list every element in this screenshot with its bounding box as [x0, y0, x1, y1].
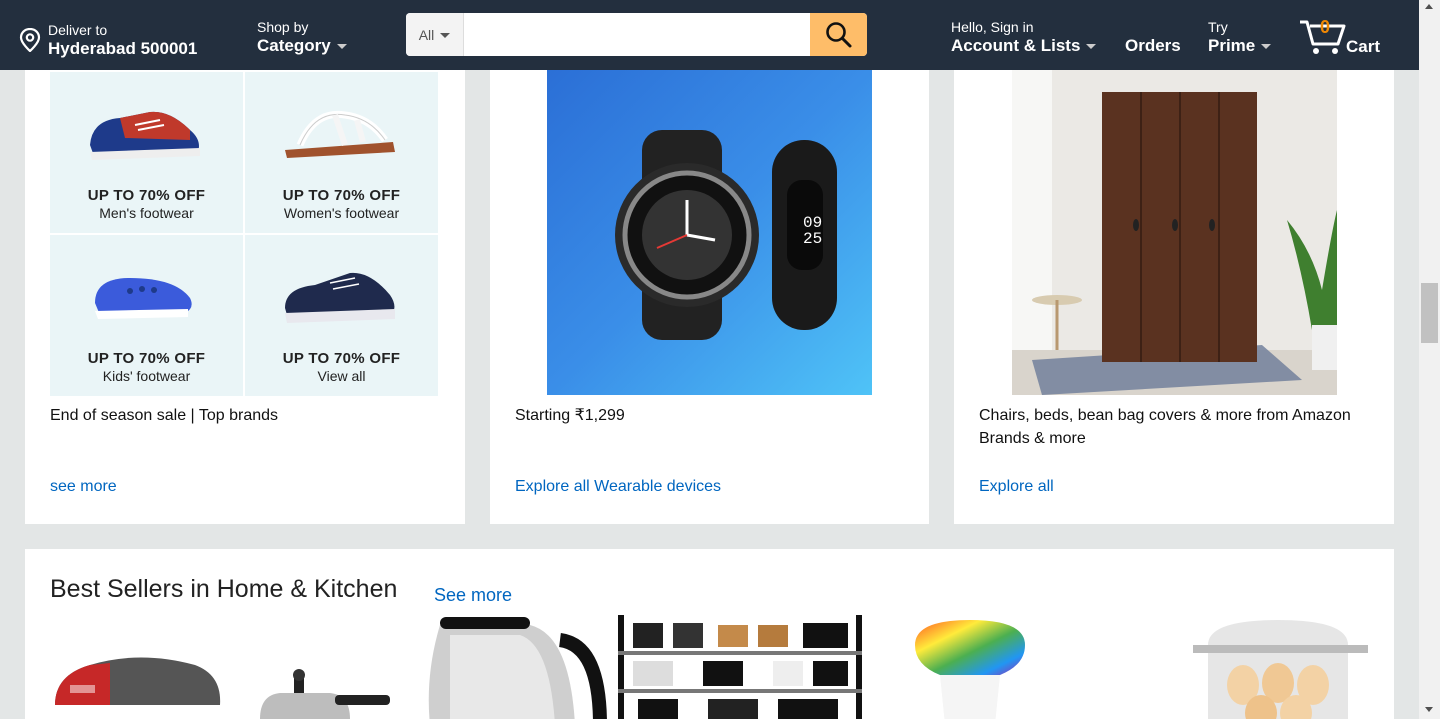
- cart-count-badge: 0: [1320, 17, 1331, 37]
- band-time-minutes: 25: [803, 230, 823, 248]
- tile-label: Kids' footwear: [102, 368, 191, 384]
- search-icon: [825, 21, 851, 47]
- section-title: Best Sellers in Home & Kitchen: [50, 575, 398, 603]
- product-egg-boiler[interactable]: [1183, 615, 1373, 719]
- deliver-to-location[interactable]: Deliver to Hyderabad 500001: [19, 0, 219, 70]
- cart-button[interactable]: Cart: [1298, 0, 1388, 70]
- best-sellers-home-kitchen: Best Sellers in Home & Kitchen See more: [25, 549, 1394, 719]
- tile-label: Men's footwear: [99, 205, 194, 221]
- account-lists-label: Account & Lists: [951, 35, 1081, 55]
- wearables-image[interactable]: 09 25: [547, 70, 872, 395]
- footwear-grid[interactable]: UP TO 70% OFF Men's footwear UP TO 70% O…: [50, 70, 438, 396]
- try-prime-menu[interactable]: Try Prime: [1208, 0, 1272, 70]
- womens-sandal-icon: [285, 110, 395, 158]
- see-more-link[interactable]: See more: [434, 585, 512, 606]
- scrollbar-thumb[interactable]: [1421, 283, 1438, 343]
- shoe-rack-image: [618, 615, 862, 719]
- scroll-up-arrow-icon[interactable]: [1425, 4, 1433, 9]
- tile-kids-footwear[interactable]: UP TO 70% OFF Kids' footwear: [50, 235, 243, 396]
- top-nav-bar: Deliver to Hyderabad 500001 Shop by Cate…: [0, 0, 1419, 70]
- sandwich-maker-image: [55, 657, 221, 705]
- tile-womens-footwear[interactable]: UP TO 70% OFF Women's footwear: [245, 72, 438, 233]
- product-sandwich-maker[interactable]: [50, 615, 225, 719]
- sign-in-greeting: Hello, Sign in: [951, 18, 1034, 35]
- furniture-card: Chairs, beds, bean bag covers & more fro…: [954, 70, 1394, 524]
- product-shoe-rack[interactable]: [618, 615, 863, 719]
- card-description: End of season sale | Top brands: [50, 407, 279, 424]
- product-electric-kettle[interactable]: [410, 615, 610, 719]
- smartwatch-image: [615, 130, 837, 340]
- product-pressure-cooker[interactable]: [250, 615, 390, 719]
- account-lists-menu[interactable]: Hello, Sign in Account & Lists: [951, 0, 1097, 70]
- shop-by-category-menu[interactable]: Shop by Category: [257, 0, 347, 70]
- egg-boiler-image: [1193, 620, 1368, 719]
- kids-clog-icon: [95, 278, 192, 319]
- deliver-to-label: Deliver to: [48, 22, 108, 38]
- search-scope-label: All: [418, 26, 435, 43]
- orders-label: Orders: [1125, 36, 1181, 55]
- shop-by-label: Shop by: [257, 18, 309, 35]
- chevron-down-icon: [1261, 44, 1272, 49]
- orders-link[interactable]: Orders: [1125, 0, 1181, 70]
- offer-text: UP TO 70% OFF: [87, 187, 206, 204]
- mens-shoe-icon: [90, 111, 200, 160]
- pressure-cooker-image: [260, 669, 390, 719]
- try-label: Try: [1208, 18, 1228, 35]
- offer-text: UP TO 70% OFF: [282, 187, 401, 204]
- chevron-down-icon: [336, 44, 347, 49]
- tile-view-all[interactable]: UP TO 70% OFF View all: [245, 235, 438, 396]
- location-pin-icon: [19, 28, 41, 52]
- wearables-card: 09 25 Starting ₹1,299 Explore all Wearab…: [490, 70, 929, 524]
- see-more-link[interactable]: see more: [50, 478, 117, 496]
- offer-text: UP TO 70% OFF: [87, 350, 206, 367]
- prime-label: Prime: [1208, 35, 1256, 55]
- sneaker-icon: [285, 272, 395, 323]
- search-bar: All: [406, 13, 867, 56]
- chevron-down-icon: [1086, 44, 1097, 49]
- offer-text: UP TO 70% OFF: [282, 350, 401, 367]
- deliver-to-city: Hyderabad 500001: [48, 39, 198, 58]
- search-scope-dropdown[interactable]: All: [406, 13, 464, 56]
- tile-label: Women's footwear: [283, 205, 400, 221]
- smart-bulb-image: [915, 620, 1025, 719]
- wardrobe-image[interactable]: [1012, 70, 1337, 395]
- card-description: Starting ₹1,299: [515, 407, 625, 424]
- explore-all-link[interactable]: Explore all: [979, 478, 1054, 496]
- page-scrollbar[interactable]: [1419, 0, 1440, 719]
- wardrobe-illustration: [1012, 70, 1337, 395]
- product-smart-bulb[interactable]: [910, 615, 1030, 719]
- tile-label: View all: [317, 368, 366, 384]
- search-button[interactable]: [810, 13, 867, 56]
- cart-label: Cart: [1346, 37, 1381, 56]
- explore-wearables-link[interactable]: Explore all Wearable devices: [515, 478, 721, 496]
- card-description: Chairs, beds, bean bag covers & more fro…: [979, 407, 1351, 447]
- scroll-down-arrow-icon[interactable]: [1425, 707, 1433, 712]
- category-label: Category: [257, 35, 331, 55]
- tile-mens-footwear[interactable]: UP TO 70% OFF Men's footwear: [50, 72, 243, 233]
- electric-kettle-image: [428, 617, 607, 719]
- search-input[interactable]: [464, 13, 810, 56]
- chevron-down-icon: [440, 33, 451, 38]
- footwear-sale-card: UP TO 70% OFF Men's footwear UP TO 70% O…: [25, 70, 465, 524]
